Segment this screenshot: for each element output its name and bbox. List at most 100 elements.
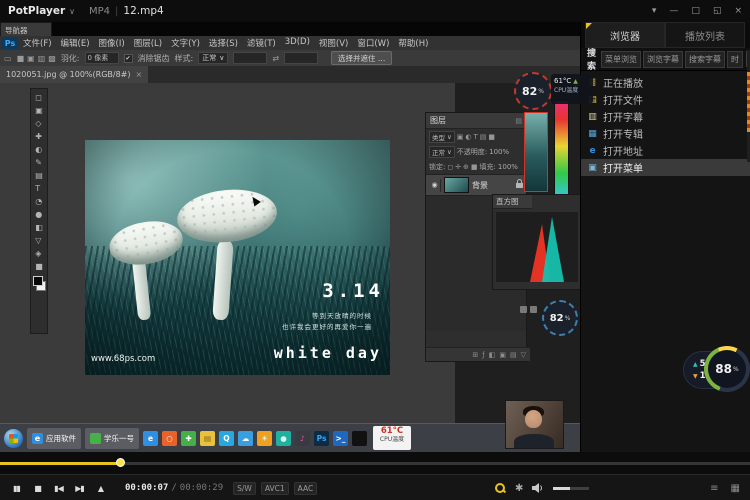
ps-menu-8[interactable]: 视图(V) [319, 37, 348, 49]
background-layer-row[interactable]: ◉ 背景 [426, 174, 526, 196]
memory-usage-gauge[interactable]: 82 % [542, 300, 578, 336]
layers-footer-icon-0[interactable]: ⊞ [472, 351, 478, 359]
ps-tool-icon-0[interactable]: ◻ [35, 91, 43, 104]
always-on-top-button[interactable]: ▾ [652, 6, 657, 16]
swap-icon[interactable]: ⇄ [272, 54, 279, 63]
ps-tool-icon-11[interactable]: ▽ [35, 234, 43, 247]
stop-button[interactable]: ■ [27, 484, 48, 493]
ps-tool-icon-6[interactable]: ▤ [35, 169, 43, 182]
ps-tool-icon-2[interactable]: ◇ [35, 117, 43, 130]
filter-kind-icon-1[interactable]: ◐ [465, 133, 471, 141]
filter-kind-icon-0[interactable]: ▣ [457, 133, 464, 141]
layer-visibility-eye-icon[interactable]: ◉ [429, 179, 441, 192]
width-input[interactable] [233, 52, 267, 64]
cpu-usage-gauge[interactable]: 82 % [514, 72, 552, 110]
folder-icon[interactable]: ▤ [200, 431, 215, 446]
filter-kind-icon-4[interactable]: ■ [488, 133, 495, 141]
sidebar-item-5[interactable]: ▣打开菜单 [581, 159, 750, 176]
select-and-mask-button[interactable]: 选择并遮住 … [331, 51, 392, 65]
browse-subtitle-tab[interactable]: 浏览字幕 [643, 51, 683, 68]
tool-preset-icon[interactable]: ▭ [4, 54, 12, 63]
ps-menu-0[interactable]: 文件(F) [23, 37, 52, 49]
lock-kind-icon-1[interactable]: ✛ [455, 163, 461, 171]
minimize-button[interactable]: — [669, 6, 678, 16]
ps-menu-7[interactable]: 3D(D) [285, 37, 310, 49]
cpu-temperature-widget[interactable]: 61°C CPU温度 [373, 426, 411, 450]
selection-mode-icon-2[interactable]: ▥ [38, 54, 46, 63]
style-select[interactable]: 正常 ∨ [198, 52, 228, 64]
control-panel-icon[interactable]: ▦ [731, 483, 740, 494]
music-icon[interactable]: ♪ [295, 431, 310, 446]
ps-menu-10[interactable]: 帮助(H) [398, 37, 428, 49]
speaker-icon[interactable] [532, 483, 544, 493]
navigator-preview-thumbnail[interactable] [524, 112, 548, 192]
playlist-menu-icon[interactable]: ≡ [710, 483, 718, 494]
feather-input[interactable]: 0 像素 [85, 52, 119, 64]
volume-slider[interactable] [553, 487, 589, 490]
fill-value[interactable]: 100% [498, 163, 518, 171]
document-tab[interactable]: 1020051.jpg @ 100%(RGB/8#) × [0, 66, 148, 83]
time-tab[interactable]: 时 [727, 51, 743, 68]
selection-mode-icon-0[interactable]: ■ [17, 54, 25, 63]
blend-mode-select[interactable]: 正常 ∨ [429, 146, 455, 158]
layers-footer-icon-2[interactable]: ◧ [489, 351, 496, 359]
filter-kind-icon-3[interactable]: ▤ [480, 133, 487, 141]
search-subtitle-tab[interactable]: 搜索字幕 [685, 51, 725, 68]
video-display-area[interactable]: Ps 文件(F)编辑(E)图像(I)图层(L)文字(Y)选择(S)滤镜(T)3D… [0, 22, 580, 452]
taskbar-window-button-1[interactable]: e 应用软件 [27, 428, 81, 449]
sidebar-item-2[interactable]: ▥打开字幕 [581, 108, 750, 125]
selection-mode-icon-1[interactable]: ▣ [27, 54, 35, 63]
ps-tool-icon-8[interactable]: ◔ [35, 195, 43, 208]
ie-icon[interactable]: e [143, 431, 158, 446]
ps-tool-icon-13[interactable]: ■ [35, 260, 43, 273]
mini-icon[interactable] [520, 306, 527, 313]
search-label[interactable]: 搜索 [587, 46, 596, 72]
panel-menu-icon[interactable]: ▤ [515, 117, 522, 125]
sidebar-item-4[interactable]: e打开地址 [581, 142, 750, 159]
maximize-button[interactable]: □ [691, 6, 700, 16]
ps-tool-icon-3[interactable]: ✚ [35, 130, 43, 143]
lock-kind-icon-2[interactable]: ⊕ [463, 163, 469, 171]
close-button[interactable]: × [734, 6, 742, 16]
menu-browse-tab[interactable]: 菜单浏览 [601, 51, 641, 68]
teal-app-icon[interactable]: ● [276, 431, 291, 446]
taskbar-window-button-2[interactable]: 学乐一号 [85, 428, 139, 449]
ps-tool-icon-12[interactable]: ◈ [35, 247, 43, 260]
tab-browser[interactable]: 浏览器 [585, 22, 665, 48]
fullscreen-button[interactable]: ◱ [713, 6, 722, 16]
ps-tool-icon-9[interactable]: ● [35, 208, 43, 221]
ps-tool-icon-4[interactable]: ◐ [35, 143, 43, 156]
ps-menu-9[interactable]: 窗口(W) [357, 37, 389, 49]
seek-handle[interactable] [116, 458, 125, 467]
next-button[interactable]: ▶▮ [69, 484, 90, 493]
app-title[interactable]: PotPlayer [8, 5, 65, 17]
lock-kind-icon-0[interactable]: ◻ [447, 163, 453, 171]
close-icon[interactable]: × [135, 70, 142, 79]
ps-tool-icon-1[interactable]: ▣ [35, 104, 43, 117]
ps-menu-1[interactable]: 编辑(E) [61, 37, 90, 49]
security-icon[interactable]: ✚ [181, 431, 196, 446]
webcam-overlay[interactable] [505, 400, 564, 449]
histogram-tab[interactable]: 直方图 [493, 195, 532, 209]
wrench-icon[interactable]: ✱ [515, 483, 523, 494]
open-media-button[interactable]: ▲ [90, 484, 111, 493]
ps-tool-icon-5[interactable]: ✎ [35, 156, 43, 169]
ps-menu-2[interactable]: 图像(I) [99, 37, 125, 49]
qq-icon[interactable]: Q [219, 431, 234, 446]
sidebar-item-1[interactable]: ▤打开文件 [581, 91, 750, 108]
lock-kind-icon-3[interactable]: ■ [471, 163, 478, 171]
opacity-value[interactable]: 100% [489, 148, 509, 156]
antialias-checkbox[interactable]: ✔ [124, 54, 133, 63]
layer-filter-select[interactable]: 类型 ∨ [429, 131, 455, 143]
layers-footer-icon-1[interactable]: ƒ [482, 351, 484, 359]
photoshop-icon[interactable]: Ps [314, 431, 329, 446]
mini-icon[interactable] [530, 306, 537, 313]
foreground-color-swatch[interactable] [33, 276, 43, 286]
layers-tab[interactable]: 图层 [430, 115, 446, 126]
ps-tool-icon-7[interactable]: T [35, 182, 43, 195]
terminal-icon[interactable]: >_ [333, 431, 348, 446]
black-app-icon[interactable] [352, 431, 367, 446]
cpu-temperature-overlay[interactable]: 61°C▲ CPU温度 [551, 74, 593, 104]
sidebar-item-0[interactable]: ≣正在播放 [581, 74, 750, 91]
ps-menu-4[interactable]: 文字(Y) [171, 37, 200, 49]
